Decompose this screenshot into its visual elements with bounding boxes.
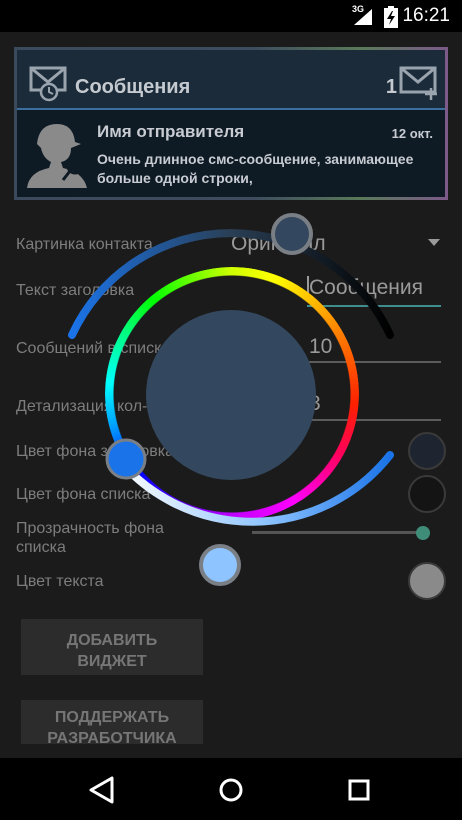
recents-icon[interactable] xyxy=(339,772,379,808)
home-icon[interactable] xyxy=(211,772,251,808)
saturation-arc[interactable] xyxy=(111,451,394,526)
saturation-thumb[interactable] xyxy=(199,544,241,586)
value-arc[interactable] xyxy=(68,229,394,339)
color-picker-arcs xyxy=(68,213,394,586)
hue-thumb[interactable] xyxy=(105,438,147,480)
navigation-bar xyxy=(0,758,462,820)
back-icon[interactable] xyxy=(82,772,122,808)
value-thumb[interactable] xyxy=(271,213,313,255)
color-picker xyxy=(0,0,462,820)
